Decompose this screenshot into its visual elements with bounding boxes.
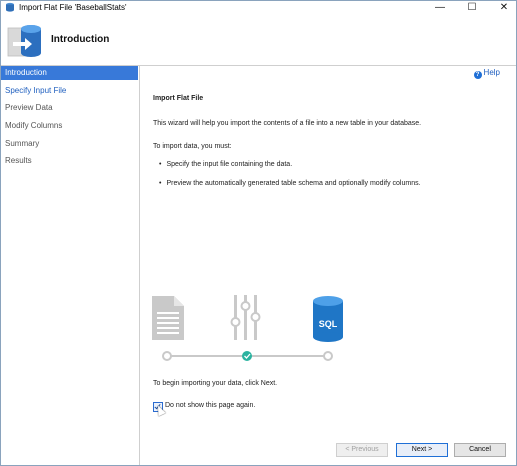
help-label: Help: [483, 68, 500, 77]
intro-text: This wizard will help you import the con…: [153, 120, 422, 127]
wizard-header: Introduction: [1, 14, 516, 66]
wizard-content: ? Help Import Flat File This wizard will …: [140, 66, 516, 465]
checkbox-label[interactable]: Do not show this page again.: [165, 402, 255, 409]
app-icon: [6, 2, 14, 12]
section-title: Import Flat File: [153, 95, 204, 102]
nav-item-preview-data: Preview Data: [5, 103, 53, 112]
sliders-icon: [230, 295, 261, 340]
nav-item-results: Results: [5, 156, 32, 165]
help-link[interactable]: ? Help: [473, 68, 500, 79]
progress-track: [162, 351, 333, 361]
minimize-button[interactable]: —: [425, 1, 455, 14]
page-title: Introduction: [51, 34, 110, 45]
help-icon: ?: [473, 71, 482, 79]
cancel-button[interactable]: Cancel: [454, 443, 506, 457]
next-button[interactable]: Next >: [396, 443, 448, 457]
title-bar: Import Flat File 'BaseballStats' — ☐ ✕: [1, 1, 516, 14]
nav-item-introduction[interactable]: Introduction: [1, 66, 138, 80]
must-label: To import data, you must:: [153, 143, 232, 150]
import-steps-illustration: SQL: [152, 295, 343, 361]
wizard-nav: Introduction Specify Input File Preview …: [1, 66, 140, 465]
begin-text: To begin importing your data, click Next…: [153, 380, 278, 387]
nav-item-modify-columns: Modify Columns: [5, 121, 63, 130]
sql-label: SQL: [319, 319, 338, 329]
previous-button: < Previous: [336, 443, 388, 457]
nav-item-specify-input-file[interactable]: Specify Input File: [1, 84, 138, 98]
maximize-button[interactable]: ☐: [457, 1, 487, 14]
import-database-icon: [7, 25, 41, 57]
bullet-item: Preview the automatically generated tabl…: [159, 180, 420, 187]
close-button[interactable]: ✕: [489, 1, 516, 14]
window-title: Import Flat File 'BaseballStats': [19, 3, 127, 12]
bullet-item: Specify the input file containing the da…: [159, 161, 292, 168]
wizard-window: Import Flat File 'BaseballStats' — ☐ ✕ I…: [0, 0, 517, 466]
nav-item-summary: Summary: [5, 139, 40, 148]
document-icon: [152, 296, 184, 340]
